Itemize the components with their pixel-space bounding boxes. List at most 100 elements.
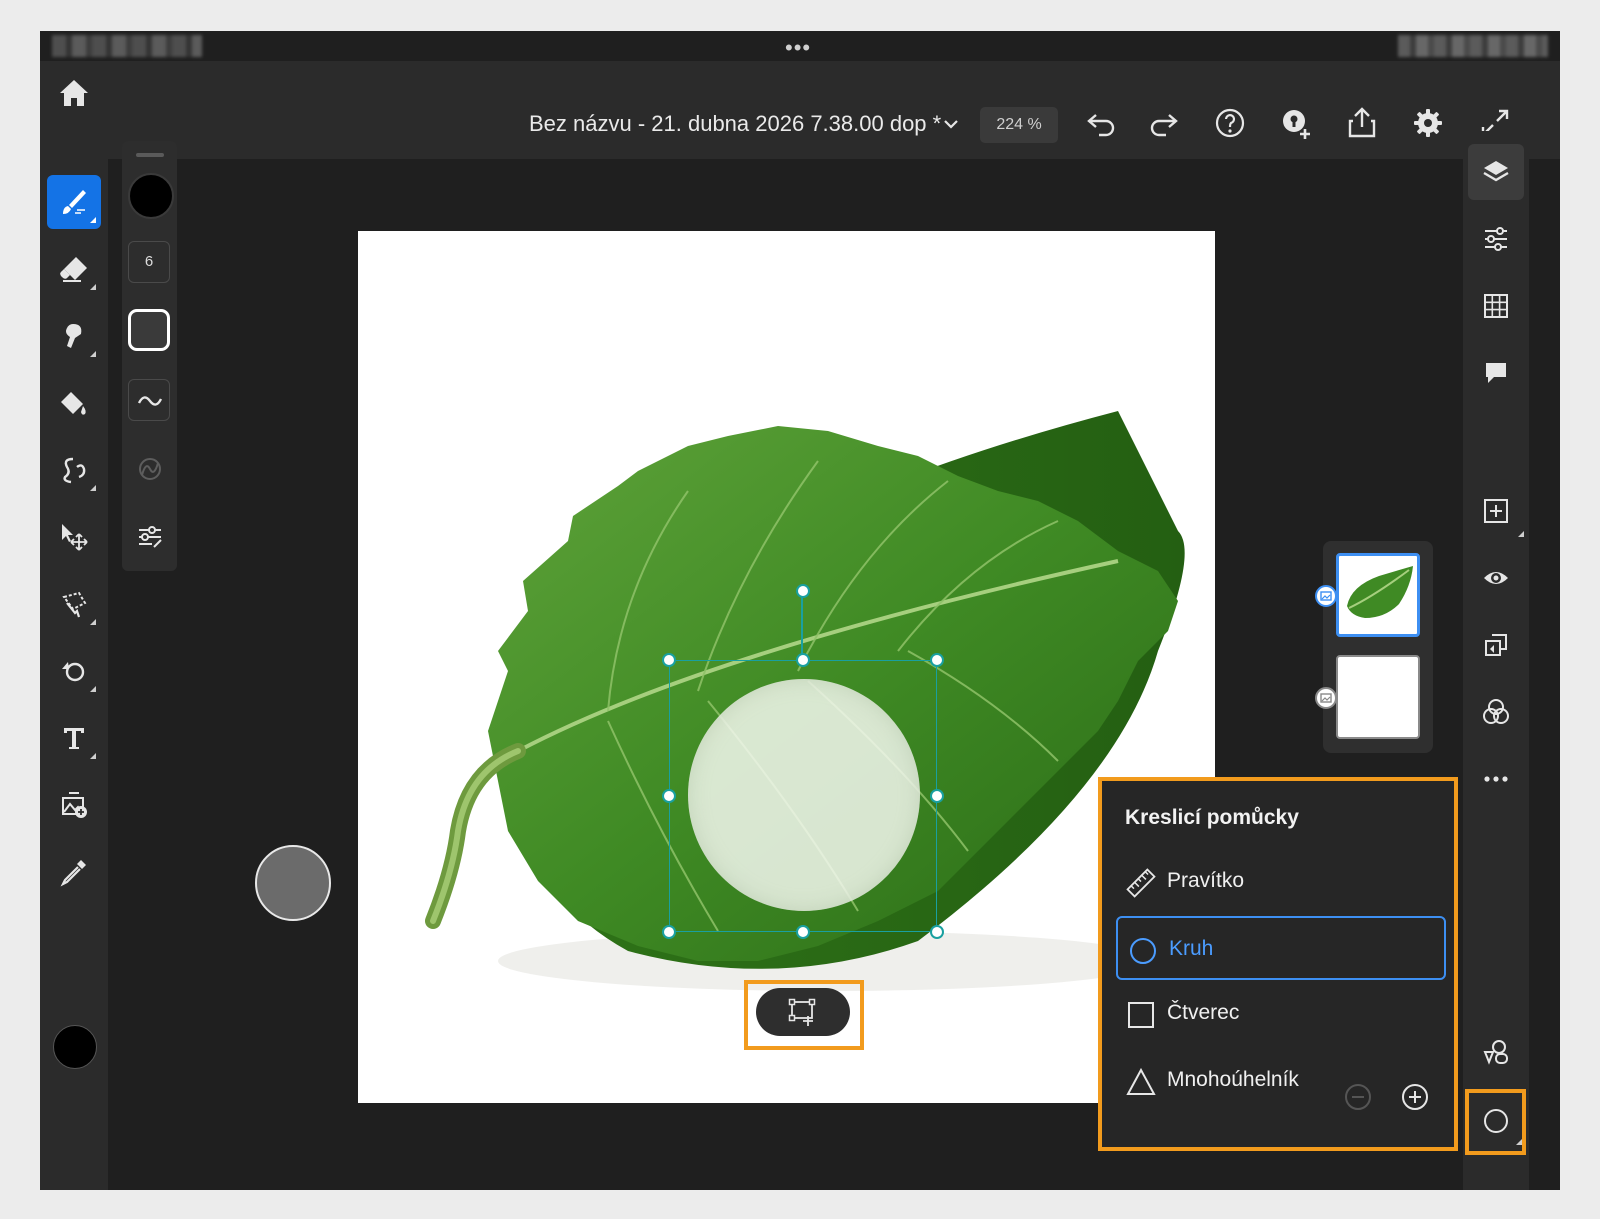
redo-icon[interactable] [1146,105,1182,141]
brush-size-field[interactable]: 6 [128,241,170,283]
resize-handle-right[interactable] [930,789,944,803]
option-label: Mnohoúhelník [1167,1068,1299,1091]
share-icon[interactable] [1344,105,1380,141]
add-layer-icon[interactable] [1468,483,1524,539]
grid-icon[interactable] [1468,278,1524,334]
pressure-button[interactable] [128,447,170,489]
transform-bounding-box[interactable] [669,660,937,932]
brush-settings-button[interactable] [128,515,170,557]
circle-icon [1130,938,1156,964]
decrease-sides-button[interactable] [1334,1065,1371,1110]
clone-stamp-icon [62,662,85,682]
sliders-icon [139,526,162,548]
learn-icon[interactable] [1278,105,1314,141]
smudge-tool[interactable] [47,309,101,363]
option-label: Čtverec [1167,1001,1240,1024]
option-ruler[interactable]: Pravítko [1116,850,1446,914]
layer-thumbnail-leaf[interactable] [1336,553,1420,637]
lasso-icon [62,591,87,618]
leaf-thumbnail [1347,566,1413,618]
rotate-handle[interactable] [796,584,810,598]
option-label: Kruh [1169,937,1214,960]
plus-circle-icon [1402,1084,1428,1110]
pressure-icon [139,458,161,480]
home-icon[interactable] [56,75,92,111]
help-icon[interactable] [1212,105,1248,141]
image-tool[interactable] [47,778,101,832]
multitasking-dots-icon[interactable]: ••• [785,35,811,61]
comments-icon[interactable] [1468,345,1524,401]
circle-icon[interactable] [1468,1093,1524,1149]
move-tool[interactable] [47,510,101,564]
clone-tool[interactable] [47,644,101,698]
adjustments-icon[interactable] [1468,211,1524,267]
lasso-tool[interactable] [47,577,101,631]
right-toolbar [1463,131,1529,1190]
eyedropper-icon [60,860,86,887]
type-icon [64,728,84,749]
option-square[interactable]: Čtverec [1116,982,1446,1046]
zoom-level[interactable]: 224 % [980,107,1058,143]
status-right-blurred [1398,35,1548,57]
chevron-down-icon[interactable] [940,113,962,135]
paint-bucket-icon [61,392,86,415]
option-label: Pravítko [1167,869,1245,892]
smoothing-button[interactable] [128,379,170,421]
visibility-eye-icon[interactable] [1468,550,1524,606]
minus-circle-icon [1345,1084,1371,1110]
fill-tool[interactable] [47,376,101,430]
resize-handle-bottom[interactable] [796,925,810,939]
brush-tool[interactable] [47,175,101,229]
mask-icon[interactable] [1468,617,1524,673]
eraser-tool[interactable] [47,242,101,296]
panel-grip[interactable] [136,153,164,157]
tool-properties-panel: 6 [122,141,177,571]
top-toolbar [40,61,1560,159]
eraser-icon [60,257,87,282]
option-circle[interactable]: Kruh [1116,916,1446,980]
eyedropper-tool[interactable] [47,845,101,899]
liquify-tool[interactable] [47,443,101,497]
increase-sides-button[interactable] [1391,1065,1428,1110]
option-polygon[interactable]: Mnohoúhelník [1116,1049,1446,1113]
status-bar: ••• [40,31,1560,61]
more-options-icon[interactable] [1468,751,1524,807]
resize-handle-bottom-right[interactable] [930,925,944,939]
resize-handle-top-left[interactable] [662,653,676,667]
layer-image-badge-icon [1315,687,1337,709]
transform-icon [788,998,816,1026]
undo-icon[interactable] [1083,105,1119,141]
app-window: ••• Bez názvu - 21. dubna 2026 7.38.00 d… [40,31,1560,1190]
popup-title: Kreslicí pomůcky [1125,806,1299,829]
resize-handle-top-right[interactable] [930,653,944,667]
type-tool[interactable] [47,711,101,765]
left-toolbar [40,159,108,1190]
liquify-icon [63,457,86,484]
status-left-blurred [52,35,202,57]
document-title[interactable]: Bez názvu - 21. dubna 2026 7.38.00 dop * [529,111,941,137]
resize-handle-left[interactable] [662,789,676,803]
color-swatch[interactable] [53,1025,97,1069]
settings-icon[interactable] [1410,105,1446,141]
resize-handle-bottom-left[interactable] [662,925,676,939]
square-icon [1128,1002,1154,1028]
blend-mode-icon[interactable] [1468,684,1524,740]
brush-icon [63,190,86,214]
layers-panel [1315,541,1433,753]
smudge-icon [66,324,82,348]
drawing-aids-popup: Kreslicí pomůcky Pravítko Kruh Čtverec M… [1101,780,1455,1150]
touch-shortcut-button[interactable] [255,845,331,921]
layer-thumbnail-background[interactable] [1336,655,1420,739]
add-image-icon [62,792,87,818]
rotation-line [801,591,803,661]
move-icon [62,524,88,551]
layers-icon[interactable] [1468,144,1524,200]
brush-color-swatch[interactable] [128,173,174,219]
triangle-icon [1126,1067,1156,1095]
wave-icon [137,396,163,406]
resize-handle-top[interactable] [796,653,810,667]
brush-preset-button[interactable] [128,309,170,351]
ruler-icon [1126,868,1156,898]
transform-layer-icon[interactable] [1468,1024,1524,1080]
transform-guide-button[interactable] [756,988,850,1036]
